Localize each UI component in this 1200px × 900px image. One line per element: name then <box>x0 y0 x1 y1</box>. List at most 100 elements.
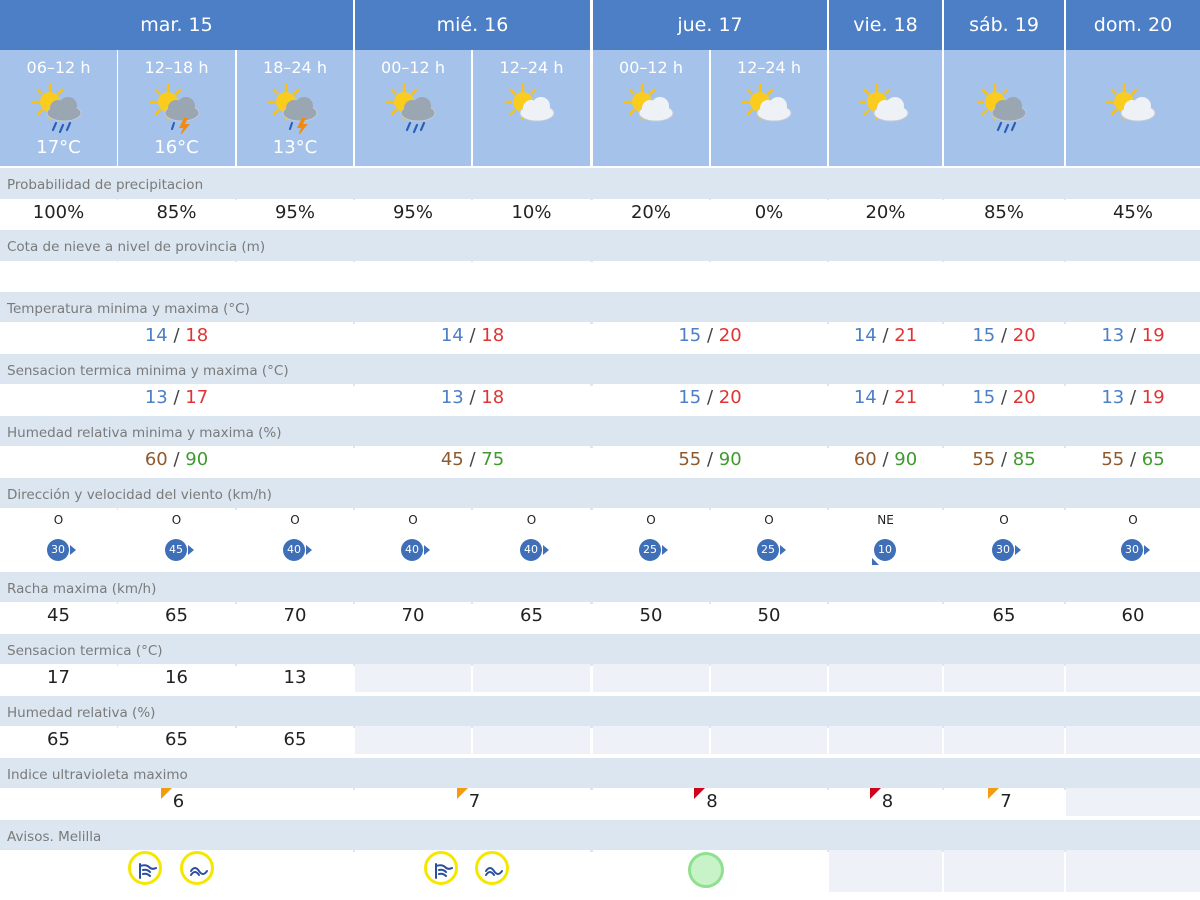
humidity-max: 90 <box>185 449 209 470</box>
temp-min: 14 <box>853 325 877 346</box>
feels-cell: 15 / 20 <box>944 384 1064 412</box>
no-warning-icon[interactable] <box>688 852 724 888</box>
hum_now-cell <box>355 726 471 754</box>
wind-cell: O 40 <box>473 508 590 572</box>
hum_now-cell: 65 <box>118 726 235 754</box>
day-header: mar. 15 <box>0 0 353 50</box>
uv-value: 6 <box>172 791 185 812</box>
wind-cell: O 30 <box>944 508 1064 572</box>
coastal-warning-icon[interactable] <box>475 851 509 885</box>
uv-value-wrap: 7 <box>988 788 1012 816</box>
temp-cell: 15 / 20 <box>593 322 827 350</box>
precip-cell: 85% <box>118 199 235 227</box>
feels-max: 19 <box>1141 387 1165 408</box>
temp-cell: 13 / 19 <box>1066 322 1200 350</box>
feels-min: 15 <box>678 387 702 408</box>
feels-min: 14 <box>853 387 877 408</box>
humidity-cell: 45 / 75 <box>355 446 590 474</box>
uv-value-wrap: 8 <box>869 788 893 816</box>
wind-arrow-icon <box>306 545 312 555</box>
precip-cell: 95% <box>237 199 353 227</box>
feels-max: 20 <box>718 387 742 408</box>
sun-cloud-storm-icon <box>267 83 318 136</box>
wind-direction: O <box>53 513 64 527</box>
period-temp: 17°C <box>36 137 81 158</box>
row-label-gust: Racha maxima (km/h) <box>0 572 1200 604</box>
uv-value-wrap: 6 <box>160 788 185 816</box>
temp-max: 20 <box>718 325 742 346</box>
humidity-separator: / <box>1000 449 1008 470</box>
gust-cell: 65 <box>944 602 1064 630</box>
wind-speed-badge: 25 <box>639 539 661 561</box>
wind-arrow-icon <box>188 545 194 555</box>
gust-cell: 70 <box>237 602 353 630</box>
wind-arrow-icon <box>70 545 76 555</box>
hum_now-cell: 65 <box>237 726 353 754</box>
temp-cell: 14 / 18 <box>355 322 590 350</box>
wind-warning-icon[interactable] <box>128 851 162 885</box>
humidity-max: 75 <box>481 449 505 470</box>
uv-cell: 7 <box>944 788 1064 816</box>
wind-cell: O 30 <box>0 508 117 572</box>
warnings-cell <box>355 850 590 892</box>
feels_now-cell <box>473 664 590 692</box>
humidity-min: 45 <box>440 449 464 470</box>
wind-direction: O <box>290 513 300 527</box>
precip-cell: 95% <box>355 199 471 227</box>
feels-max: 20 <box>1012 387 1036 408</box>
wind-cell: NE 10 <box>829 508 942 572</box>
period-label: 00–12 h <box>381 58 445 77</box>
humidity-max: 85 <box>1012 449 1036 470</box>
snow-cell <box>1066 261 1200 289</box>
period-label: 06–12 h <box>26 58 91 77</box>
coastal-warning-icon[interactable] <box>180 851 214 885</box>
wind-direction: O <box>171 513 182 527</box>
feels_now-cell <box>829 664 942 692</box>
day-header: dom. 20 <box>1066 0 1200 50</box>
precip-cell: 10% <box>473 199 590 227</box>
humidity-min: 55 <box>972 449 996 470</box>
forecast-table: mar. 15 mié. 16 jue. 17 vie. 18 sáb. 19 dom. … <box>0 0 1200 900</box>
uv-cell: 8 <box>829 788 942 816</box>
uv-level-icon <box>456 788 468 799</box>
period-temp: 16°C <box>154 137 199 158</box>
wind-arrow-icon <box>1015 545 1021 555</box>
period-header: 12–18 h 16°C <box>118 50 235 166</box>
humidity-separator: / <box>1129 449 1137 470</box>
gust-cell: 70 <box>355 602 471 630</box>
gust-cell: 50 <box>593 602 709 630</box>
hum_now-cell <box>944 726 1064 754</box>
wind-warning-icon-glyph <box>139 863 157 879</box>
uv-value: 7 <box>1000 791 1012 812</box>
humidity-max: 90 <box>894 449 918 470</box>
weather-icon-holder <box>620 82 682 138</box>
wind-arrow-icon <box>780 545 786 555</box>
wind-direction: NE <box>877 513 894 527</box>
temp-max: 19 <box>1141 325 1165 346</box>
humidity-cell: 60 / 90 <box>0 446 353 474</box>
snow-cell <box>593 261 709 289</box>
temp-min: 14 <box>144 325 168 346</box>
humidity-separator: / <box>469 449 476 470</box>
wind-warning-icon[interactable] <box>424 851 458 885</box>
row-label-wind: Dirección y velocidad del viento (km/h) <box>0 478 1200 510</box>
humidity-max: 90 <box>718 449 742 470</box>
hum_now-cell <box>593 726 709 754</box>
row-label-precip: Probabilidad de precipitacion <box>0 168 1200 200</box>
uv-value: 8 <box>706 791 718 812</box>
weather-icon-holder <box>28 82 90 138</box>
feels-cell: 15 / 20 <box>593 384 827 412</box>
temp-separator: / <box>706 325 714 346</box>
wind-cell: O 45 <box>118 508 235 572</box>
gust-cell: 45 <box>0 602 117 630</box>
feels-separator: / <box>706 387 714 408</box>
period-header <box>944 50 1064 166</box>
coastal-warning-icon-glyph <box>190 867 208 876</box>
feels-separator: / <box>1000 387 1008 408</box>
period-header: 12–24 h <box>473 50 590 166</box>
temp-cell: 15 / 20 <box>944 322 1064 350</box>
weather-icon-holder <box>501 82 563 138</box>
wind-speed-badge: 40 <box>401 539 423 561</box>
feels-max: 21 <box>894 387 918 408</box>
feels-separator: / <box>1129 387 1137 408</box>
